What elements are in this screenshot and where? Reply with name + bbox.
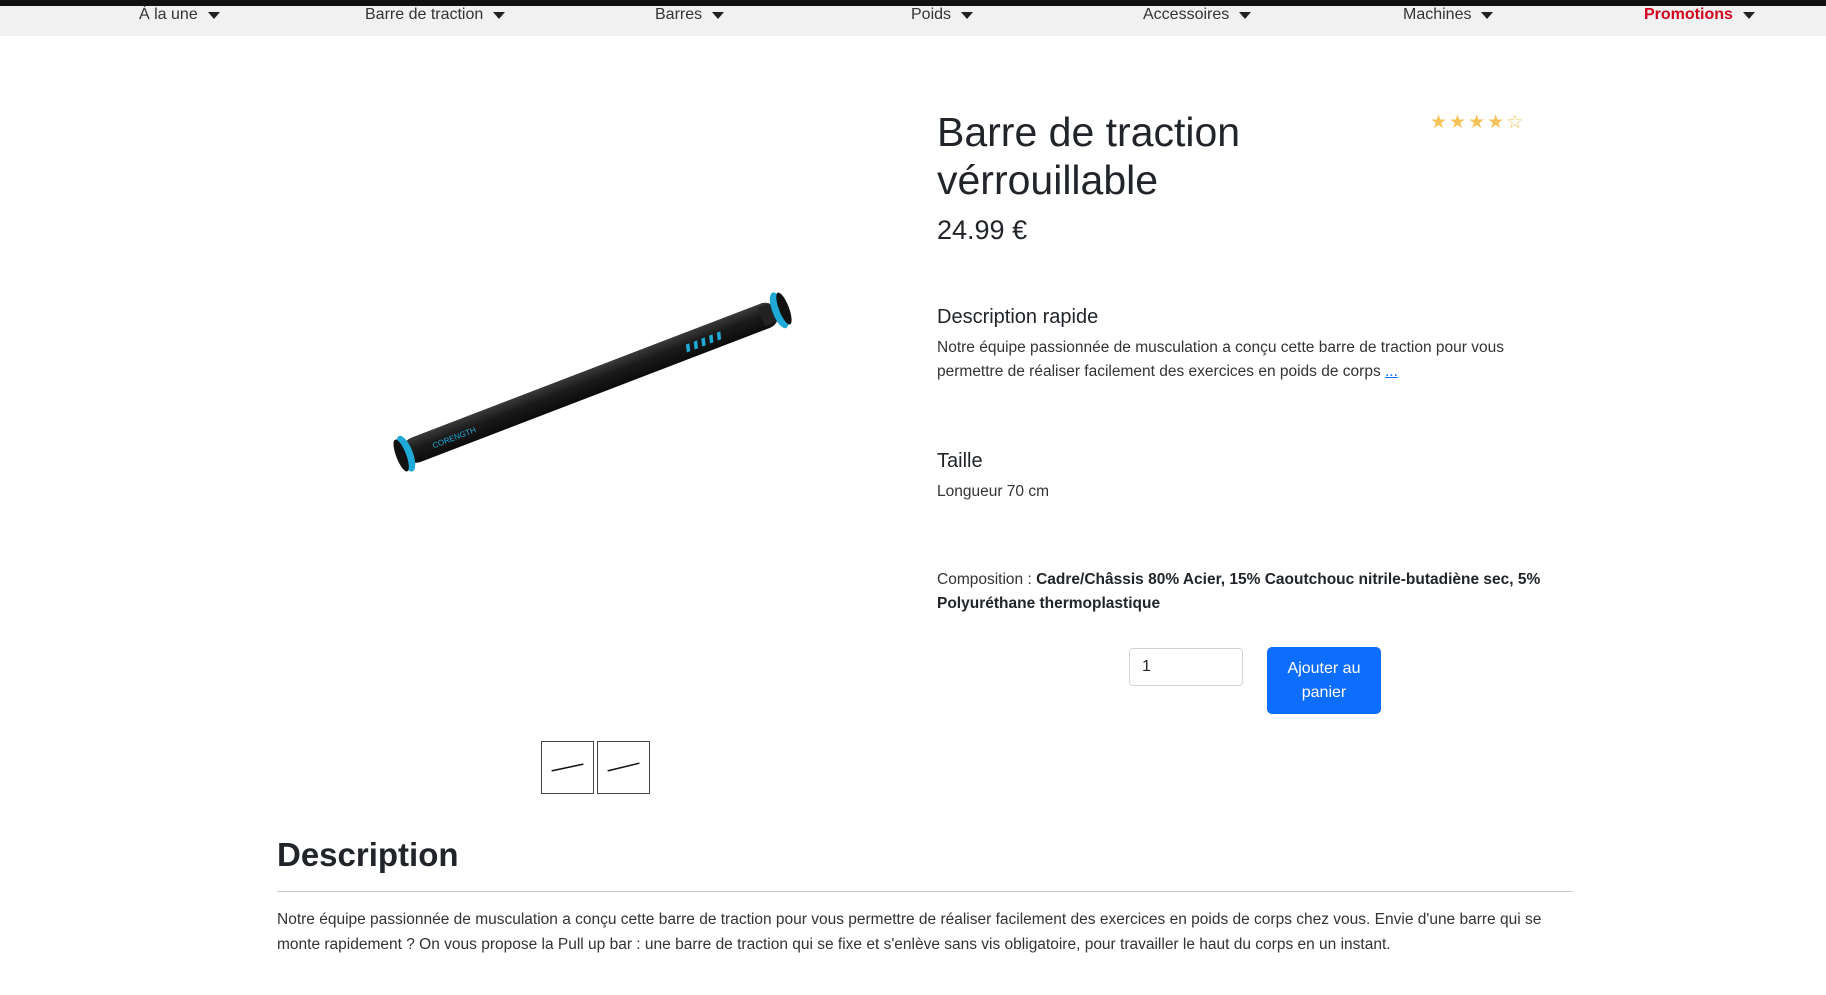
nav-item-label: Machines [1403, 6, 1472, 23]
caret-down-icon [1239, 11, 1252, 19]
quick-description-body: Notre équipe passionnée de musculation a… [937, 339, 1504, 380]
nav-item-promotions[interactable]: Promotions [1644, 6, 1755, 24]
description-text: Notre équipe passionnée de musculation a… [277, 911, 1542, 953]
product-thumbnail[interactable] [541, 741, 594, 794]
nav-item-machines[interactable]: Machines [1403, 6, 1494, 24]
nav-item-label: Poids [911, 6, 952, 23]
thumbnail-bar-image [551, 763, 584, 772]
caret-down-icon [493, 11, 506, 19]
product-image: CORENGTH ▮ ▮ ▮ ▮ ▮ [345, 230, 855, 510]
product-rating: ★ ★ ★ ★ ☆ [1430, 112, 1523, 134]
nav-item-label: Accessoires [1143, 6, 1230, 23]
nav-item-poids[interactable]: Poids [911, 6, 974, 24]
nav-item-barre-de-traction[interactable]: Barre de traction [365, 6, 506, 24]
divider [277, 891, 1573, 892]
star-filled-icon: ★ [1468, 112, 1486, 133]
quick-description-heading: Description rapide [937, 306, 1099, 328]
quick-description-text: Notre équipe passionnée de musculation a… [937, 336, 1557, 384]
product-price: 24.99 € [937, 215, 1028, 245]
nav-item-a-la-une[interactable]: À la une [139, 6, 220, 24]
nav-item-accessoires[interactable]: Accessoires [1143, 6, 1252, 24]
nav-item-label: Barres [655, 6, 703, 23]
caret-down-icon [1481, 11, 1494, 19]
composition-text: Composition : Cadre/Châssis 80% Acier, 1… [937, 568, 1557, 616]
caret-down-icon [961, 11, 974, 19]
star-filled-icon: ★ [1487, 112, 1505, 133]
size-heading: Taille [937, 450, 983, 472]
nav-item-barres[interactable]: Barres [655, 6, 725, 24]
add-to-cart-button[interactable]: Ajouter au panier [1267, 647, 1381, 714]
star-filled-icon: ★ [1449, 112, 1467, 133]
caret-down-icon [1742, 11, 1755, 19]
size-text: Longueur 70 cm [937, 483, 1050, 500]
nav-item-label: Barre de traction [365, 6, 484, 23]
product-title: Barre de traction vérrouillable [937, 109, 1241, 203]
nav-item-label: Promotions [1644, 6, 1733, 23]
nav-item-label: À la une [139, 6, 198, 23]
star-empty-icon: ☆ [1506, 112, 1524, 133]
caret-down-icon [712, 11, 725, 19]
product-thumbnail[interactable] [597, 741, 650, 794]
caret-down-icon [207, 11, 220, 19]
top-navigation: À la une Barre de traction Barres Poids … [0, 0, 1826, 36]
thumbnail-bar-image [607, 762, 640, 772]
description-heading: Description [277, 836, 459, 873]
quantity-input[interactable] [1129, 648, 1243, 686]
star-filled-icon: ★ [1430, 112, 1448, 133]
composition-label: Composition : [937, 571, 1037, 588]
pull-up-bar-image: CORENGTH ▮ ▮ ▮ ▮ ▮ [393, 292, 792, 472]
read-more-link[interactable]: ... [1385, 363, 1398, 380]
